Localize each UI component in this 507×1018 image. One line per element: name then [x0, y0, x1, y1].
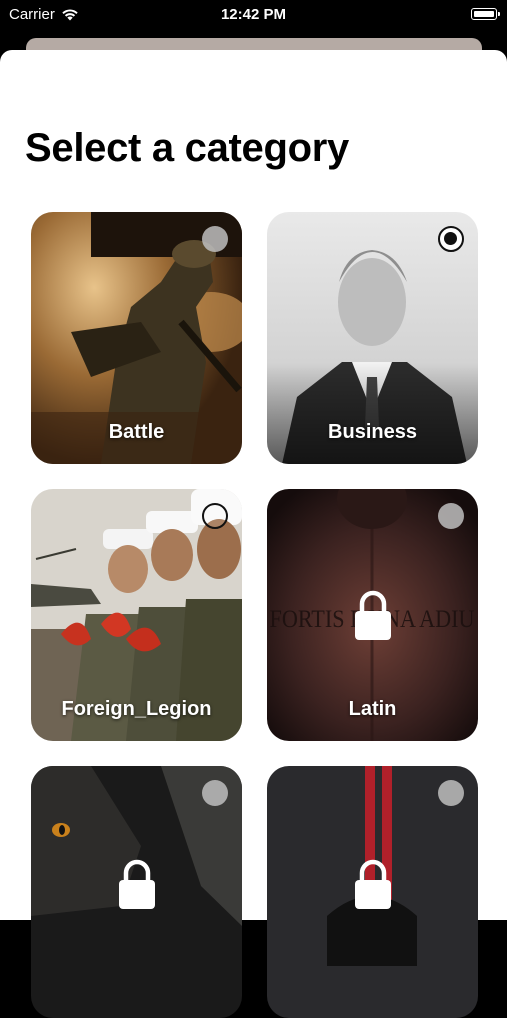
category-card-business[interactable]: Business: [267, 212, 478, 464]
selection-radio[interactable]: [202, 503, 228, 529]
selection-radio[interactable]: [202, 226, 228, 252]
category-card-foreign-legion[interactable]: Foreign_Legion: [31, 489, 242, 741]
battery-icon: [471, 8, 500, 20]
category-card-latin[interactable]: FORTIS F UNA ADIU Latin: [267, 489, 478, 741]
status-time: 12:42 PM: [220, 6, 287, 23]
category-card-battle[interactable]: Battle: [31, 212, 242, 464]
selection-radio[interactable]: [438, 780, 464, 806]
category-label: Battle: [108, 421, 165, 443]
selection-radio[interactable]: [438, 226, 464, 252]
selection-radio[interactable]: [202, 780, 228, 806]
category-card-locked-wolf[interactable]: [31, 766, 242, 1018]
lock-icon: [354, 590, 391, 640]
category-label: Foreign_Legion: [61, 698, 212, 720]
category-card-locked-straps[interactable]: [267, 766, 478, 1018]
selection-radio[interactable]: [438, 503, 464, 529]
lock-icon: [118, 859, 155, 909]
category-label: Business: [328, 421, 417, 443]
lock-icon: [354, 859, 391, 909]
category-label: Latin: [348, 698, 397, 720]
page-title: Select a category: [25, 126, 349, 170]
status-bar: Carrier 12:42 PM: [0, 0, 507, 32]
